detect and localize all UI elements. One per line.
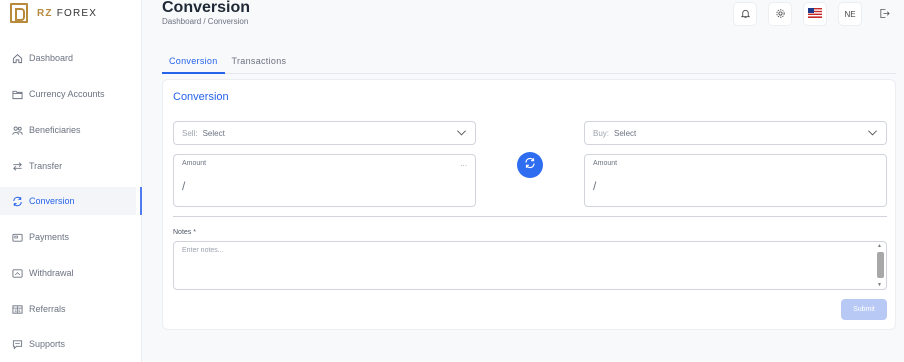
chevron-down-icon <box>456 127 467 140</box>
home-icon <box>12 53 23 64</box>
brand-name-part2: FOREX <box>56 7 98 19</box>
sidebar-item-payments[interactable]: Payments <box>0 223 142 251</box>
sidebar-item-referrals[interactable]: Referrals <box>0 295 142 323</box>
buy-label: Buy: <box>593 128 610 138</box>
sidebar-item-label: Supports <box>29 339 66 349</box>
logo-mark-icon <box>10 3 28 23</box>
sidebar-item-label: Conversion <box>29 196 75 206</box>
page-title: Conversion <box>162 0 251 16</box>
brand-logo[interactable]: RZ FOREX <box>10 3 97 23</box>
buy-currency-select[interactable]: Buy: Select <box>584 121 887 145</box>
sidebar-item-withdrawal[interactable]: Withdrawal <box>0 259 142 287</box>
language-flag-button[interactable] <box>803 2 827 26</box>
sidebar-item-label: Payments <box>29 232 70 242</box>
card-title: Conversion <box>173 91 229 103</box>
buy-amount-label: Amount <box>593 160 618 167</box>
bell-icon <box>740 8 751 21</box>
sidebar: RZ FOREX Dashboard Currency Accounts Ben… <box>0 0 142 362</box>
form-divider <box>173 216 887 217</box>
tab-bar: Conversion Transactions <box>162 52 293 74</box>
buy-amount-value: / <box>593 179 597 193</box>
sell-label: Sell: <box>182 128 198 138</box>
logout-icon <box>879 8 890 21</box>
scroll-up-icon[interactable]: ▲ <box>877 243 882 249</box>
sync-icon <box>524 156 536 174</box>
sell-value: Select <box>202 128 225 138</box>
user-initials-button[interactable]: NE <box>838 2 862 26</box>
logout-button[interactable] <box>872 2 896 26</box>
sell-amount-label: Amount <box>182 160 207 167</box>
sidebar-item-dashboard[interactable]: Dashboard <box>0 44 142 72</box>
scrollbar-thumb[interactable] <box>877 252 884 278</box>
sidebar-item-label: Currency Accounts <box>29 89 105 99</box>
notes-placeholder: Enter notes... <box>182 247 224 254</box>
tab-conversion[interactable]: Conversion <box>162 52 225 74</box>
sidebar-item-label: Referrals <box>29 304 66 314</box>
breadcrumb: Dashboard / Conversion <box>162 17 249 26</box>
tab-transactions[interactable]: Transactions <box>225 52 294 74</box>
sync-icon <box>12 196 23 207</box>
referral-icon <box>12 304 23 315</box>
payment-icon <box>12 232 23 243</box>
conversion-card: Conversion Sell: Select Buy: Select Amou… <box>162 79 896 330</box>
sidebar-item-beneficiaries[interactable]: Beneficiaries <box>0 116 142 144</box>
withdraw-icon <box>12 268 23 279</box>
sidebar-item-conversion[interactable]: Conversion <box>0 187 142 215</box>
submit-button[interactable]: Submit <box>841 299 887 320</box>
notifications-button[interactable] <box>733 2 757 26</box>
more-icon: ... <box>460 159 467 168</box>
users-icon <box>12 125 23 136</box>
scroll-down-icon[interactable]: ▼ <box>877 282 882 288</box>
notes-scrollbar[interactable]: ▲ ▼ <box>876 243 885 288</box>
sidebar-item-label: Beneficiaries <box>29 125 81 135</box>
arrows-icon <box>12 161 23 172</box>
swap-currencies-button[interactable] <box>517 152 543 178</box>
buy-amount-field[interactable]: Amount / <box>584 154 887 207</box>
sidebar-item-supports[interactable]: Supports <box>0 330 142 358</box>
chevron-down-icon <box>867 127 878 140</box>
gear-icon <box>775 8 786 21</box>
sell-currency-select[interactable]: Sell: Select <box>173 121 476 145</box>
settings-button[interactable] <box>768 2 792 26</box>
brand-name-part1: RZ <box>37 7 53 19</box>
sell-amount-value: / <box>182 179 186 193</box>
sell-amount-field[interactable]: Amount ... / <box>173 154 476 207</box>
sidebar-item-label: Transfer <box>29 161 63 171</box>
us-flag-icon <box>808 8 822 20</box>
folder-icon <box>12 89 23 100</box>
sidebar-item-label: Withdrawal <box>29 268 74 278</box>
sidebar-item-label: Dashboard <box>29 53 74 63</box>
notes-textarea[interactable]: Enter notes... ▲ ▼ <box>173 241 887 290</box>
chat-icon <box>12 339 23 350</box>
sidebar-item-transfer[interactable]: Transfer <box>0 152 142 180</box>
buy-value: Select <box>614 128 637 138</box>
notes-label: Notes * <box>173 229 196 236</box>
sidebar-item-currency-accounts[interactable]: Currency Accounts <box>0 80 142 108</box>
